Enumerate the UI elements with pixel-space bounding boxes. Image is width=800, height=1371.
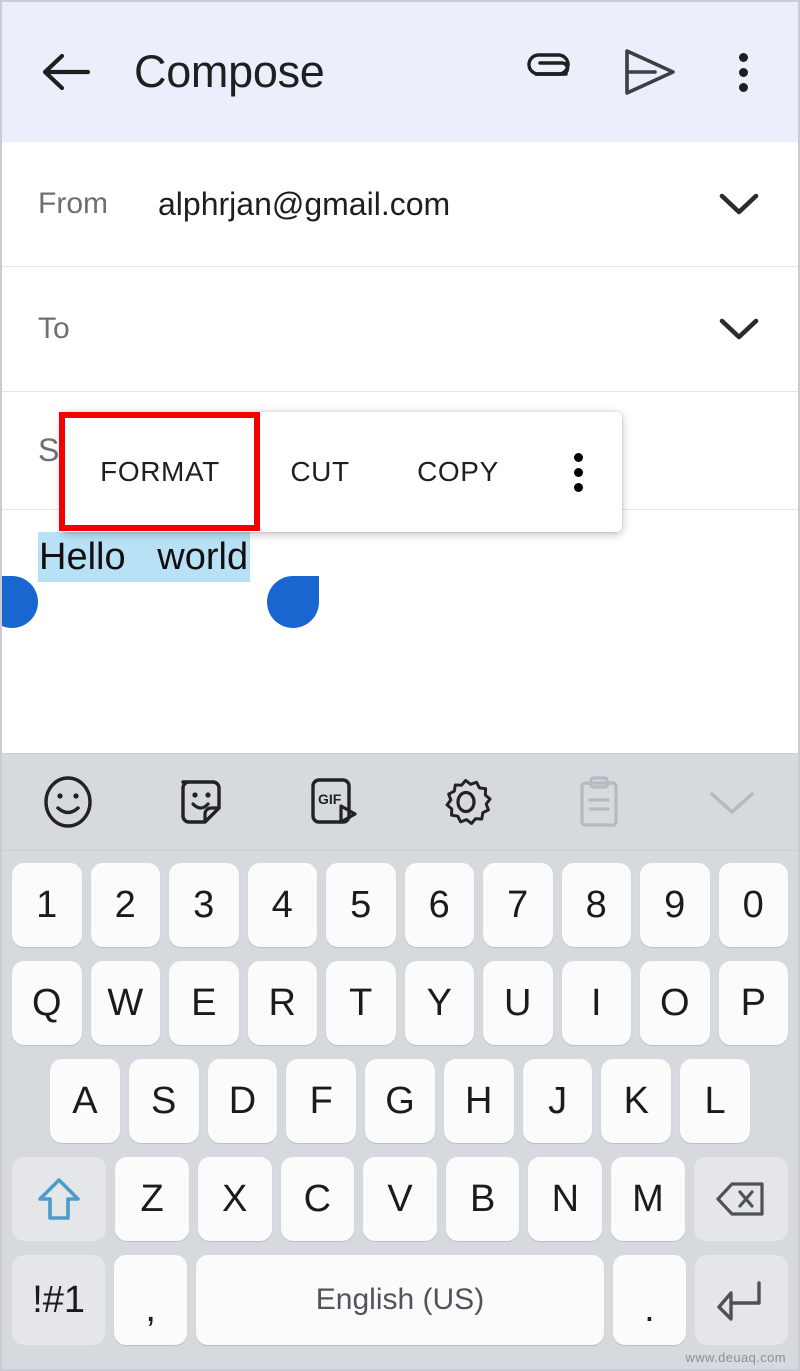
- shift-key[interactable]: [12, 1157, 107, 1241]
- chevron-down-icon: [706, 786, 758, 818]
- gif-icon: GIF: [307, 774, 361, 830]
- key-p[interactable]: P: [718, 961, 788, 1045]
- key-v[interactable]: V: [363, 1157, 437, 1241]
- sticker-icon: [175, 775, 227, 829]
- comma-key[interactable]: ,: [114, 1255, 188, 1345]
- to-field-row[interactable]: To: [2, 267, 798, 392]
- key-f[interactable]: F: [286, 1059, 357, 1143]
- key-1[interactable]: 1: [12, 863, 82, 947]
- shift-arrow-up-icon: [36, 1174, 82, 1224]
- context-menu-item-copy[interactable]: COPY: [382, 412, 534, 532]
- key-a[interactable]: A: [49, 1059, 120, 1143]
- send-icon: [621, 47, 677, 97]
- backspace-key[interactable]: [693, 1157, 789, 1241]
- key-l[interactable]: L: [680, 1059, 751, 1143]
- key-b[interactable]: B: [445, 1157, 520, 1241]
- settings-gear-icon: [438, 774, 494, 830]
- key-r[interactable]: R: [247, 961, 317, 1045]
- emoji-icon: [42, 774, 94, 830]
- gif-button[interactable]: GIF: [267, 754, 400, 850]
- clipboard-button[interactable]: [533, 754, 666, 850]
- clipboard-icon: [576, 774, 622, 830]
- key-x[interactable]: X: [197, 1157, 272, 1241]
- key-t[interactable]: T: [326, 961, 396, 1045]
- key-u[interactable]: U: [483, 961, 553, 1045]
- key-k[interactable]: K: [601, 1059, 672, 1143]
- overflow-menu-button[interactable]: [722, 41, 764, 103]
- selection-handle-start[interactable]: [2, 576, 38, 628]
- app-bar: Compose: [2, 2, 798, 142]
- key-s[interactable]: S: [128, 1059, 199, 1143]
- more-vert-icon: [573, 452, 583, 492]
- on-screen-keyboard: G I F 1 2 3 4 5 6 7 8 9 0 Q W E R T Y U I …: [2, 753, 798, 1369]
- back-button[interactable]: [38, 44, 94, 100]
- keyboard-toolbar: GIF: [2, 753, 798, 851]
- arrow-left-icon: [41, 51, 91, 93]
- backspace-icon: [714, 1179, 768, 1219]
- context-menu-item-format[interactable]: FORMAT: [62, 412, 258, 532]
- enter-return-icon: [715, 1277, 767, 1323]
- send-button[interactable]: [618, 41, 680, 103]
- key-c[interactable]: C: [280, 1157, 355, 1241]
- space-key[interactable]: English (US): [196, 1255, 604, 1345]
- sticker-button[interactable]: [135, 754, 268, 850]
- svg-text:GIF: GIF: [318, 791, 342, 807]
- from-expand-button[interactable]: [716, 181, 762, 227]
- collapse-toolbar-button[interactable]: [665, 754, 798, 850]
- key-q[interactable]: Q: [12, 961, 82, 1045]
- keyboard-row-space: !#1 , English (US) .: [8, 1255, 792, 1345]
- key-i[interactable]: I: [561, 961, 631, 1045]
- key-g[interactable]: G: [365, 1059, 435, 1143]
- key-4[interactable]: 4: [247, 863, 317, 947]
- from-field-row[interactable]: From alphrjan@gmail.com: [2, 142, 798, 267]
- keyboard-settings-button[interactable]: [400, 754, 533, 850]
- key-e[interactable]: E: [169, 961, 239, 1045]
- key-m[interactable]: M: [611, 1157, 685, 1241]
- key-h[interactable]: H: [443, 1059, 514, 1143]
- context-menu-overflow-button[interactable]: [534, 412, 622, 532]
- key-3[interactable]: 3: [169, 863, 239, 947]
- symbols-key[interactable]: !#1: [12, 1255, 106, 1345]
- message-body-area[interactable]: Hello world: [2, 510, 798, 692]
- key-n[interactable]: N: [528, 1157, 603, 1241]
- period-key[interactable]: .: [612, 1255, 686, 1345]
- key-d[interactable]: D: [207, 1059, 278, 1143]
- key-j[interactable]: J: [522, 1059, 593, 1143]
- key-y[interactable]: Y: [404, 961, 474, 1045]
- emoji-button[interactable]: [2, 754, 135, 850]
- chevron-down-icon: [718, 191, 760, 217]
- text-selection-context-menu: FORMAT CUT COPY: [62, 412, 622, 532]
- keyboard-row-home: A S D F G H J K L: [8, 1059, 792, 1143]
- keyboard-row-bottom-letters: Z X C V B N M: [8, 1157, 792, 1241]
- to-expand-button[interactable]: [716, 306, 762, 352]
- keyboard-row-qwerty: Q W E R T Y U I O P: [8, 961, 792, 1045]
- enter-key[interactable]: [694, 1255, 788, 1345]
- key-9[interactable]: 9: [640, 863, 710, 947]
- key-z[interactable]: Z: [115, 1157, 189, 1241]
- site-watermark: www.deuaq.com: [685, 1350, 786, 1365]
- attach-button[interactable]: [518, 41, 580, 103]
- key-8[interactable]: 8: [561, 863, 631, 947]
- to-label: To: [38, 312, 70, 345]
- page-title: Compose: [134, 46, 325, 97]
- key-o[interactable]: O: [640, 961, 710, 1045]
- phone-screen: Compose From alphrjan@gmail.com To Hello…: [0, 0, 800, 1371]
- key-2[interactable]: 2: [90, 863, 160, 947]
- keyboard-row-numbers: 1 2 3 4 5 6 7 8 9 0: [8, 863, 792, 947]
- key-6[interactable]: 6: [404, 863, 474, 947]
- more-vert-icon: [738, 52, 748, 92]
- key-w[interactable]: W: [90, 961, 160, 1045]
- key-5[interactable]: 5: [326, 863, 396, 947]
- keyboard-rows: 1 2 3 4 5 6 7 8 9 0 Q W E R T Y U I O P …: [2, 851, 798, 1345]
- message-body-text[interactable]: Hello world: [38, 532, 251, 583]
- context-menu-item-cut[interactable]: CUT: [258, 412, 382, 532]
- chevron-down-icon: [718, 316, 760, 342]
- selection-handle-end[interactable]: [267, 576, 319, 628]
- key-7[interactable]: 7: [483, 863, 553, 947]
- paperclip-icon: [524, 50, 574, 94]
- from-value[interactable]: alphrjan@gmail.com: [158, 186, 716, 223]
- key-0[interactable]: 0: [718, 863, 788, 947]
- from-label: From: [38, 187, 108, 220]
